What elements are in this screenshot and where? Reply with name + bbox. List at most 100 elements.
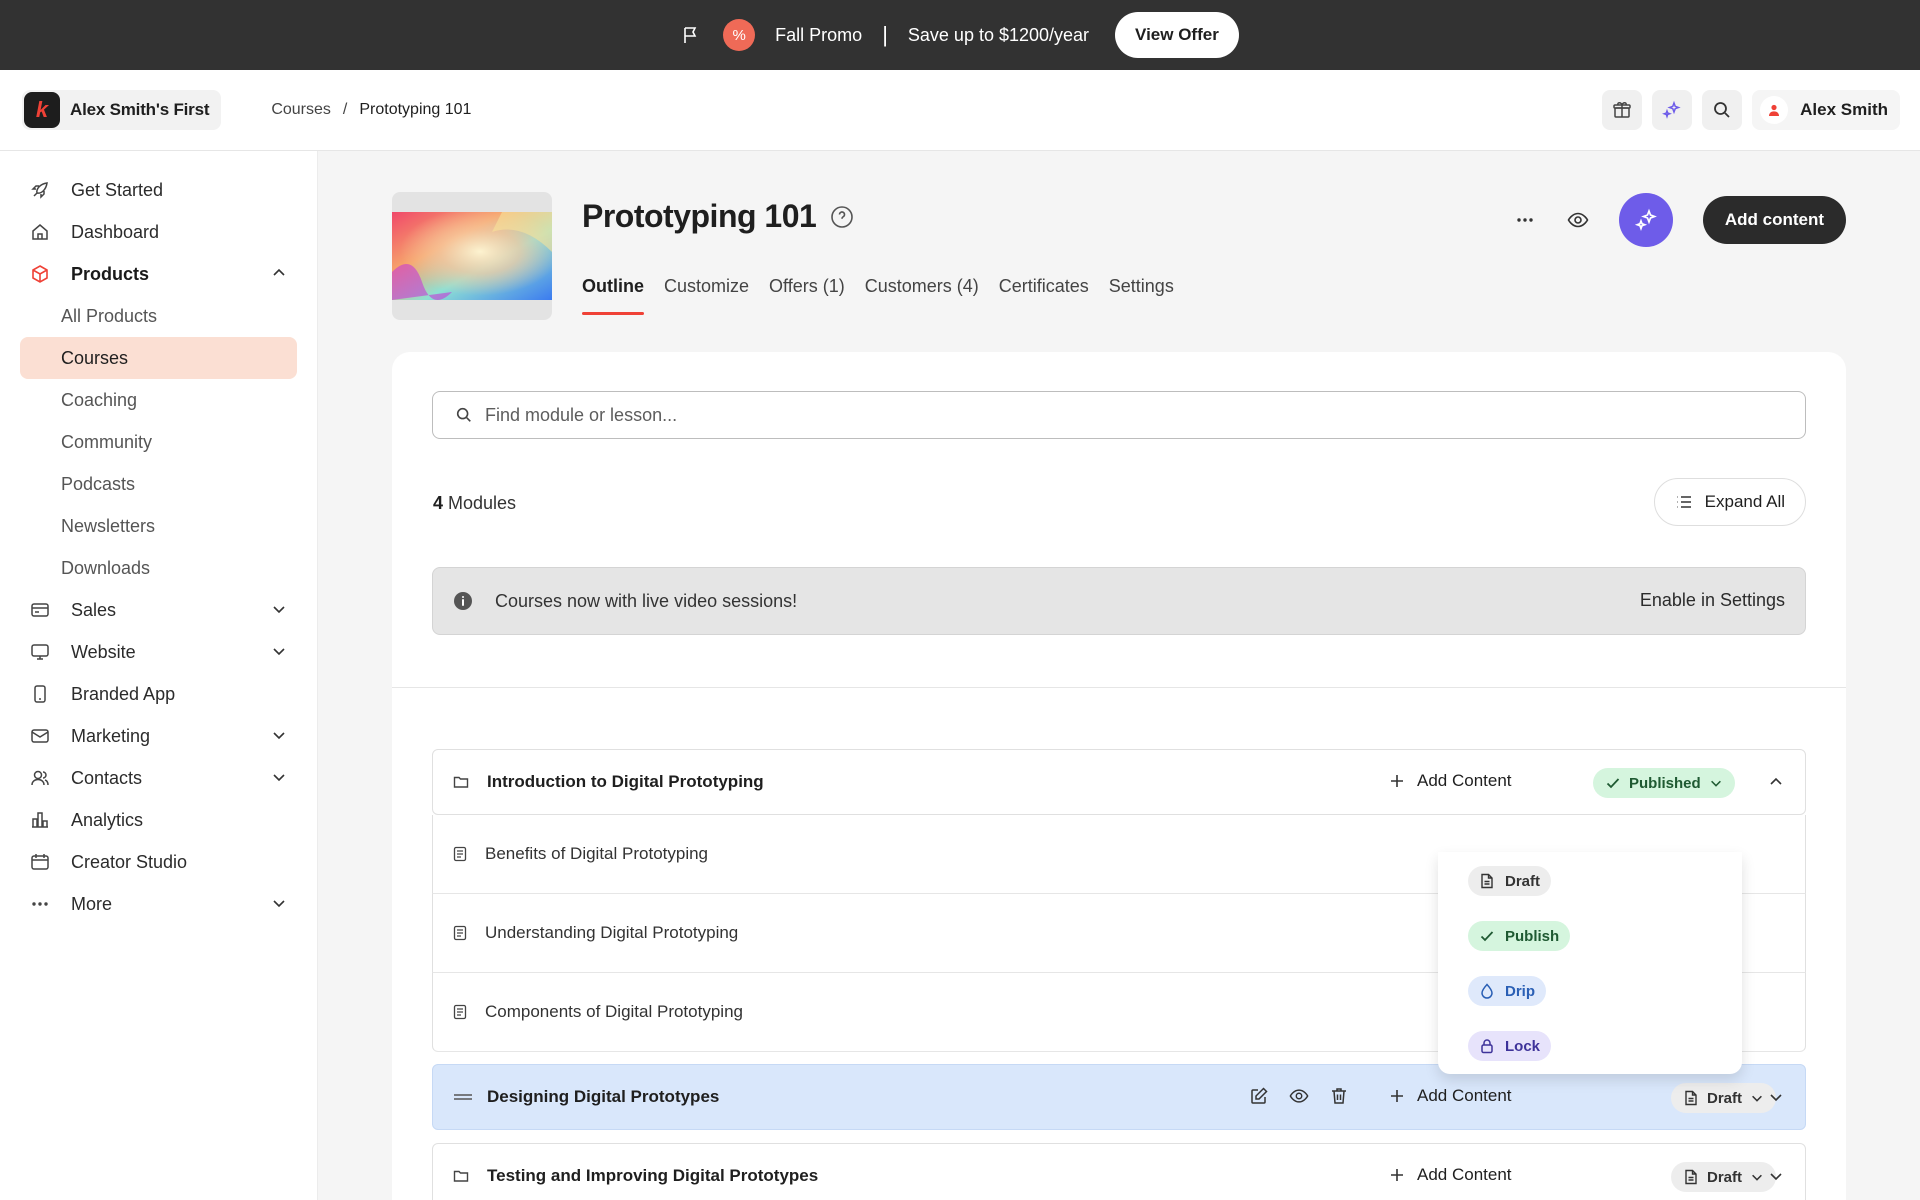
- lesson-icon: [453, 925, 467, 941]
- expand-all-button[interactable]: Expand All: [1653, 478, 1806, 526]
- chevron-down-icon[interactable]: [271, 643, 287, 659]
- status-option-label: Lock: [1505, 1037, 1541, 1055]
- sidebar-item-marketing[interactable]: Marketing: [0, 715, 317, 757]
- avatar: [1760, 96, 1789, 124]
- sidebar-item-more[interactable]: More: [0, 883, 317, 925]
- search-input[interactable]: [485, 404, 1685, 426]
- status-dropdown[interactable]: Published: [1593, 768, 1735, 798]
- search-icon: [455, 406, 473, 424]
- chevron-down-icon[interactable]: [271, 727, 287, 743]
- tab-customers[interactable]: Customers (4): [865, 276, 979, 315]
- chevron-up-icon[interactable]: [1768, 774, 1784, 790]
- ai-assist-button[interactable]: [1652, 90, 1693, 130]
- sidebar-subitem-downloads[interactable]: Downloads: [0, 547, 317, 589]
- workspace-switcher[interactable]: k Alex Smith's First: [22, 90, 222, 130]
- sidebar-item-branded-app[interactable]: Branded App: [0, 673, 317, 715]
- tab-settings[interactable]: Settings: [1109, 276, 1174, 315]
- ai-generate-button[interactable]: [1618, 193, 1673, 247]
- help-icon[interactable]: [830, 205, 854, 229]
- sidebar-item-label: Creator Studio: [71, 851, 188, 872]
- module-count: 4 Modules: [433, 493, 516, 514]
- card-icon: [30, 600, 50, 620]
- sidebar-item-dashboard[interactable]: Dashboard: [0, 211, 317, 253]
- plus-icon: [1391, 1090, 1403, 1102]
- status-option-draft[interactable]: Draft: [1468, 866, 1552, 896]
- folder-icon: [453, 1168, 469, 1184]
- chevron-up-icon[interactable]: [271, 265, 287, 281]
- module-row[interactable]: Testing and Improving Digital Prototypes…: [432, 1143, 1806, 1200]
- add-content-label: Add Content: [1417, 1165, 1512, 1184]
- chevron-down-icon[interactable]: [271, 601, 287, 617]
- module-row[interactable]: Introduction to Digital Prototyping Add …: [432, 749, 1806, 815]
- lock-icon: [1481, 1039, 1493, 1054]
- chevron-down-icon[interactable]: [1768, 1168, 1784, 1184]
- sidebar-subitem-courses[interactable]: Courses: [20, 337, 297, 379]
- tab-offers[interactable]: Offers (1): [769, 276, 845, 315]
- status-dropdown[interactable]: Draft: [1671, 1083, 1777, 1113]
- add-content-button[interactable]: Add content: [1702, 196, 1846, 244]
- status-option-publish[interactable]: Publish: [1468, 921, 1571, 951]
- sidebar-item-website[interactable]: Website: [0, 631, 317, 673]
- sidebar-item-products[interactable]: Products: [0, 253, 317, 295]
- tab-outline[interactable]: Outline: [582, 276, 644, 315]
- sidebar-subitem-all-products[interactable]: All Products: [0, 295, 317, 337]
- sidebar-item-creator-studio[interactable]: Creator Studio: [0, 841, 317, 883]
- drop-icon: [1481, 983, 1493, 999]
- sidebar-subitem-podcasts[interactable]: Podcasts: [0, 463, 317, 505]
- module-add-content-button[interactable]: Add Content: [1389, 1086, 1512, 1106]
- sidebar-item-label: Branded App: [71, 683, 176, 704]
- search-button[interactable]: [1702, 90, 1743, 130]
- outline-search[interactable]: [432, 391, 1806, 439]
- sidebar-item-get-started[interactable]: Get Started: [0, 169, 317, 211]
- status-dropdown[interactable]: Draft: [1671, 1162, 1777, 1192]
- status-option-label: Publish: [1505, 927, 1560, 945]
- sidebar-item-label: Sales: [71, 599, 117, 620]
- sidebar-subitem-coaching[interactable]: Coaching: [0, 379, 317, 421]
- preview-icon[interactable]: [1567, 209, 1589, 231]
- gift-button[interactable]: [1602, 90, 1643, 130]
- sidebar-item-sales[interactable]: Sales: [0, 589, 317, 631]
- sidebar-item-analytics[interactable]: Analytics: [0, 799, 317, 841]
- edit-icon[interactable]: [1249, 1086, 1269, 1106]
- product-tabs: Outline Customize Offers (1) Customers (…: [582, 276, 1174, 315]
- percent-icon: %: [723, 19, 756, 51]
- check-icon: [1606, 778, 1620, 789]
- tab-customize[interactable]: Customize: [664, 276, 749, 315]
- module-add-content-button[interactable]: Add Content: [1389, 1165, 1512, 1185]
- sidebar-item-label: More: [71, 893, 113, 914]
- more-options-icon[interactable]: [1515, 210, 1535, 230]
- drag-handle-icon[interactable]: [453, 1089, 473, 1105]
- rocket-icon: [30, 180, 50, 200]
- sidebar-subitem-newsletters[interactable]: Newsletters: [0, 505, 317, 547]
- calendar-icon: [30, 852, 50, 872]
- enable-settings-link[interactable]: Enable in Settings: [1640, 590, 1785, 611]
- promo-title: Fall Promo: [775, 24, 863, 45]
- notice-text: Courses now with live video sessions!: [495, 590, 798, 611]
- product-thumbnail[interactable]: [392, 192, 552, 320]
- status-option-drip[interactable]: Drip: [1468, 976, 1546, 1006]
- status-label: Published: [1629, 774, 1701, 792]
- add-content-label: Add Content: [1417, 1086, 1512, 1105]
- sidebar-item-label: Dashboard: [71, 221, 160, 242]
- user-menu[interactable]: Alex Smith: [1752, 90, 1900, 130]
- document-icon: [1481, 873, 1493, 889]
- chevron-down-icon: [1752, 1174, 1762, 1181]
- preview-icon[interactable]: [1289, 1086, 1309, 1106]
- sidebar-item-contacts[interactable]: Contacts: [0, 757, 317, 799]
- status-option-lock[interactable]: Lock: [1468, 1031, 1552, 1061]
- sidebar-subitem-community[interactable]: Community: [0, 421, 317, 463]
- breadcrumb-courses[interactable]: Courses: [271, 101, 331, 119]
- workspace-name: Alex Smith's First: [70, 100, 210, 119]
- module-add-content-button[interactable]: Add Content: [1389, 771, 1512, 791]
- chevron-down-icon[interactable]: [1768, 1089, 1784, 1105]
- chevron-down-icon[interactable]: [271, 895, 287, 911]
- chevron-down-icon[interactable]: [271, 769, 287, 785]
- view-offer-button[interactable]: View Offer: [1115, 12, 1239, 58]
- search-icon: [1714, 102, 1730, 118]
- add-content-label: Add Content: [1417, 771, 1512, 790]
- product-title: Prototyping 101: [582, 198, 817, 234]
- trash-icon[interactable]: [1329, 1086, 1349, 1106]
- phone-icon: [30, 684, 50, 704]
- tab-certificates[interactable]: Certificates: [999, 276, 1089, 315]
- module-name: Testing and Improving Digital Prototypes: [487, 1166, 819, 1185]
